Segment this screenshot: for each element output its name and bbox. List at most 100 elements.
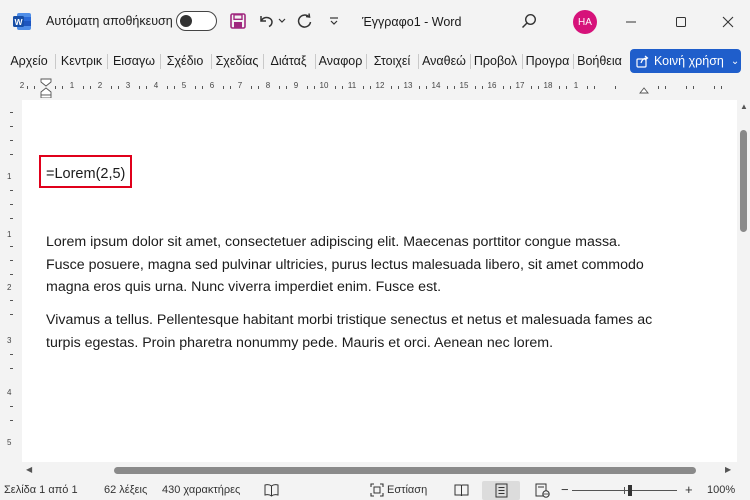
scroll-left-arrow-icon[interactable]: ◀ xyxy=(26,465,32,474)
ruler-tick xyxy=(279,86,280,89)
ruler-tick xyxy=(426,86,427,89)
ruler-number: 1 xyxy=(573,81,579,90)
zoom-out-icon[interactable]: − xyxy=(561,482,569,497)
ruler-tick xyxy=(307,86,308,89)
title-bar: W Αυτόματη αποθήκευση Έγγραφο1 - Word HA xyxy=(0,0,750,44)
minimize-icon xyxy=(626,21,636,23)
ruler-tick xyxy=(370,86,371,89)
ruler-number: 2 xyxy=(97,81,103,90)
indent-marker-icon[interactable] xyxy=(40,78,52,98)
ruler-number: 4 xyxy=(153,81,159,90)
ruler-number: 11 xyxy=(347,81,357,90)
ruler-number: 5 xyxy=(7,438,12,447)
tab-developer[interactable]: Προγρα xyxy=(524,46,571,76)
ruler-number: 4 xyxy=(7,388,12,397)
web-layout-icon[interactable] xyxy=(535,483,550,498)
tab-home[interactable]: Κεντρικ xyxy=(58,46,105,76)
vertical-ruler[interactable]: 1 1 2 3 4 5 xyxy=(0,100,22,460)
character-count[interactable]: 430 χαρακτήρες xyxy=(162,484,240,496)
document-title: Έγγραφο1 - Word xyxy=(362,15,462,29)
undo-icon[interactable] xyxy=(256,11,276,31)
ruler-tick xyxy=(10,406,13,407)
tab-review[interactable]: Αναθεώ xyxy=(420,46,468,76)
zoom-in-icon[interactable]: + xyxy=(685,482,693,497)
read-mode-icon[interactable] xyxy=(454,483,469,497)
print-layout-icon[interactable] xyxy=(495,483,508,498)
customize-quick-access-icon[interactable] xyxy=(327,11,341,31)
document-page[interactable]: =Lorem(2,5) Lorem ipsum dolor sit amet, … xyxy=(22,100,737,462)
proofing-book-icon[interactable] xyxy=(264,483,279,497)
tab-divider xyxy=(522,54,523,69)
ruler-number: 3 xyxy=(125,81,131,90)
ruler-tick xyxy=(314,86,315,89)
tab-help[interactable]: Βοήθεια xyxy=(576,46,623,76)
search-icon[interactable] xyxy=(518,11,540,31)
tab-references[interactable]: Αναφορ xyxy=(317,46,364,76)
ruler-tick xyxy=(10,218,13,219)
ruler-tick xyxy=(27,86,28,89)
ruler-tick xyxy=(167,86,168,89)
svg-text:W: W xyxy=(14,17,23,27)
close-icon xyxy=(722,16,734,28)
tab-draw[interactable]: Σχέδιο xyxy=(162,46,208,76)
tab-divider xyxy=(107,54,108,69)
ruler-number: 7 xyxy=(237,81,243,90)
zoom-level[interactable]: 100% xyxy=(707,484,735,496)
word-logo-icon[interactable]: W xyxy=(13,13,31,30)
scroll-right-arrow-icon[interactable]: ▶ xyxy=(725,465,731,474)
avatar-initials: HA xyxy=(578,16,592,28)
close-button[interactable] xyxy=(714,9,742,35)
minimize-button[interactable] xyxy=(617,9,645,35)
ruler-tick xyxy=(615,86,616,89)
redo-icon[interactable] xyxy=(294,11,314,31)
ruler-tick xyxy=(10,204,13,205)
ruler-tick xyxy=(258,86,259,89)
word-count[interactable]: 62 λέξεις xyxy=(104,484,147,496)
tab-design[interactable]: Σχεδίας xyxy=(213,46,261,76)
horizontal-ruler[interactable]: 2 1 2 3 4 5 6 7 8 9 10 11 12 13 14 15 16… xyxy=(20,78,750,98)
ruler-number: 9 xyxy=(293,81,299,90)
vertical-scroll-thumb[interactable] xyxy=(740,130,747,232)
ruler-tick xyxy=(594,86,595,89)
right-indent-marker-icon[interactable] xyxy=(639,86,649,94)
ruler-tick xyxy=(90,86,91,89)
share-button[interactable]: Κοινή χρήση ⌄ xyxy=(630,49,741,73)
ruler-number: 13 xyxy=(403,81,413,90)
focus-label[interactable]: Εστίαση xyxy=(387,484,427,496)
ruler-tick xyxy=(454,86,455,89)
scroll-up-arrow-icon[interactable]: ▲ xyxy=(740,102,748,111)
ruler-tick xyxy=(475,86,476,89)
share-chevron-down-icon[interactable]: ⌄ xyxy=(731,56,739,67)
autosave-toggle[interactable] xyxy=(176,11,217,31)
tab-divider xyxy=(418,54,419,69)
ruler-tick xyxy=(587,86,588,89)
avatar[interactable]: HA xyxy=(573,10,597,34)
paragraph-2[interactable]: Vivamus a tellus. Pellentesque habitant … xyxy=(46,309,656,354)
tab-view[interactable]: Προβολ xyxy=(472,46,519,76)
horizontal-scroll-thumb[interactable] xyxy=(114,467,696,474)
ruler-tick xyxy=(538,86,539,89)
zoom-slider-thumb[interactable] xyxy=(628,485,632,496)
focus-icon[interactable] xyxy=(370,483,384,497)
save-icon[interactable] xyxy=(228,11,248,31)
ruler-number: 14 xyxy=(431,81,441,90)
formula-text[interactable]: =Lorem(2,5) xyxy=(46,166,125,182)
tab-layout[interactable]: Διάταξ xyxy=(265,46,312,76)
page-count[interactable]: Σελίδα 1 από 1 xyxy=(4,484,78,496)
ruler-number: 5 xyxy=(181,81,187,90)
ruler-tick xyxy=(531,86,532,89)
maximize-button[interactable] xyxy=(667,9,695,35)
tab-divider xyxy=(211,54,212,69)
undo-dropdown-chevron-down-icon[interactable] xyxy=(277,11,287,31)
ruler-number: 1 xyxy=(7,230,12,239)
ruler-tick xyxy=(398,86,399,89)
ruler-tick xyxy=(10,126,13,127)
ruler-tick xyxy=(146,86,147,89)
tab-mailings[interactable]: Στοιχεί xyxy=(368,46,416,76)
paragraph-1[interactable]: Lorem ipsum dolor sit amet, consectetuer… xyxy=(46,231,656,299)
ruler-tick xyxy=(195,86,196,89)
ruler-tick xyxy=(10,354,13,355)
tab-insert[interactable]: Εισαγω xyxy=(110,46,158,76)
ruler-tick xyxy=(10,300,13,301)
tab-file[interactable]: Αρχείο xyxy=(5,46,53,76)
